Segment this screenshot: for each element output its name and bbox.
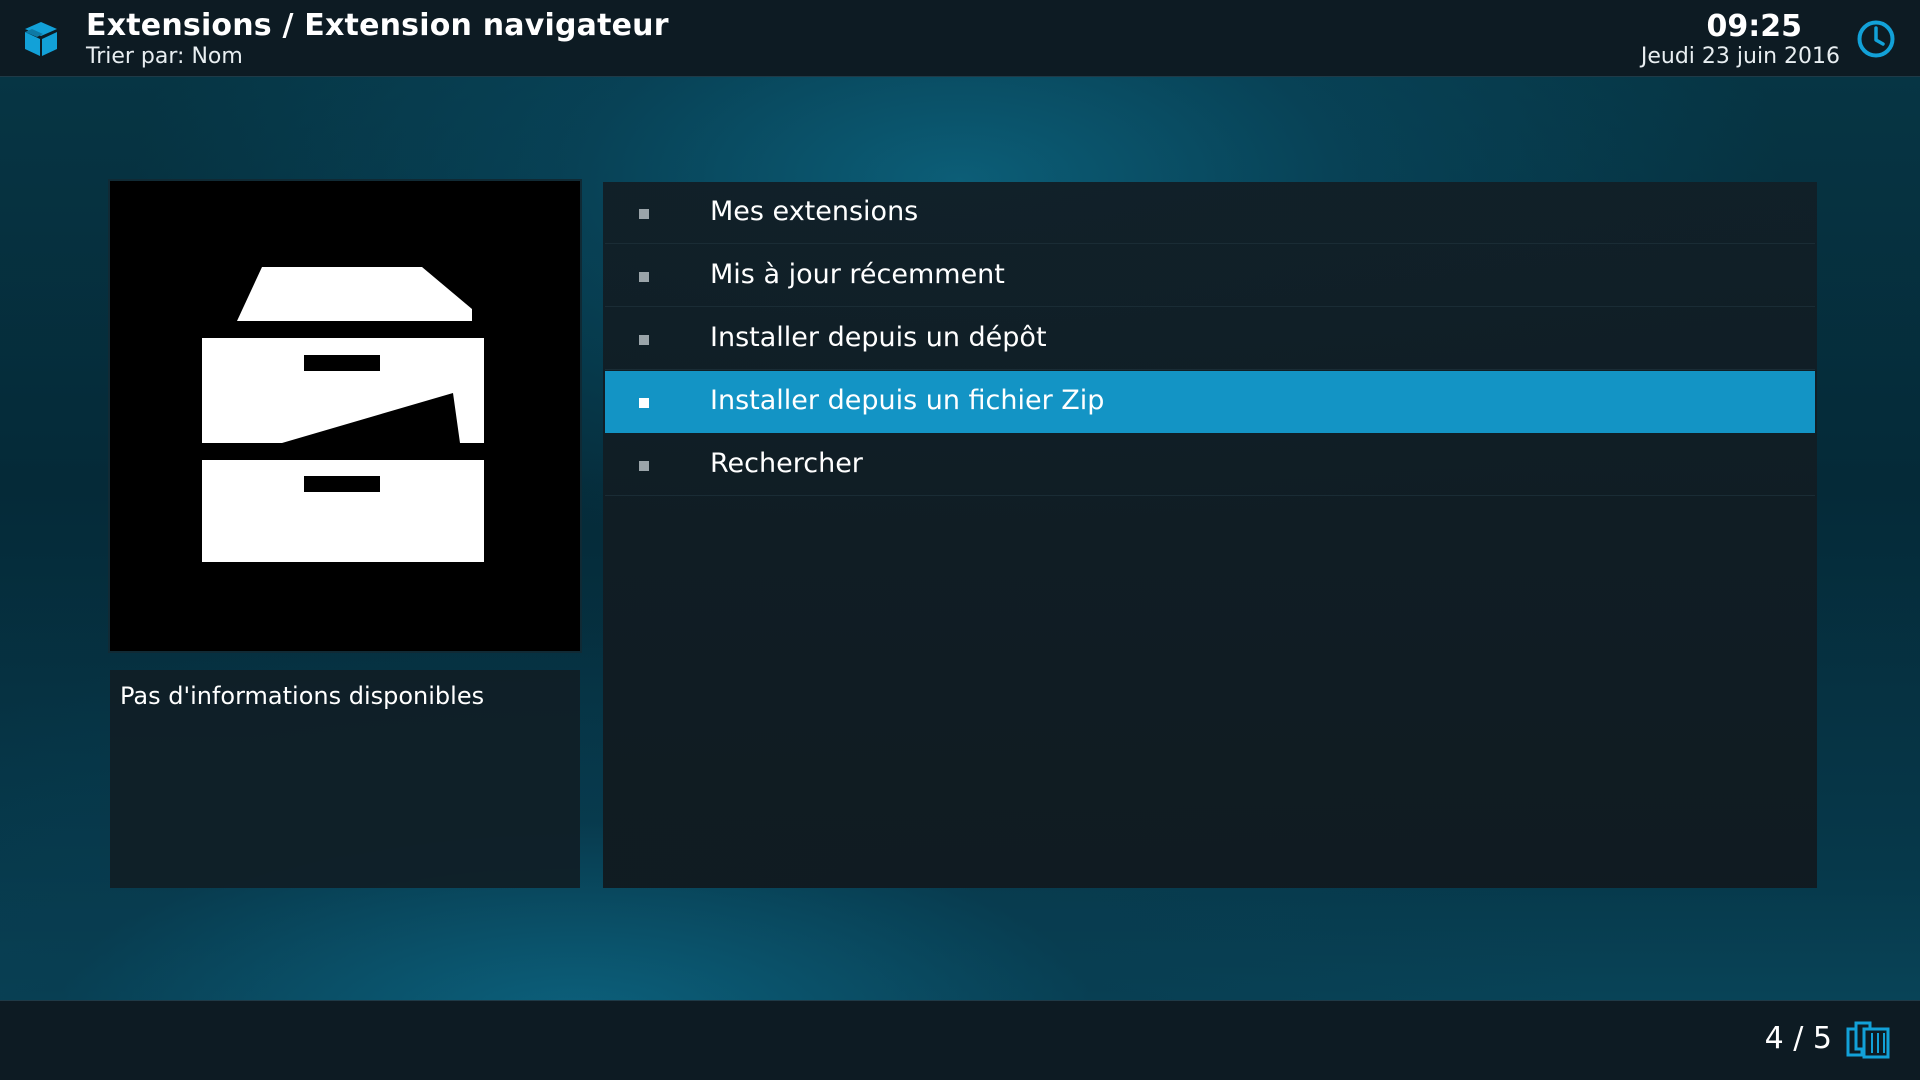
list-item-label: Rechercher (710, 448, 863, 479)
bullet-icon (639, 398, 649, 408)
clock-date: Jeudi 23 juin 2016 (1640, 44, 1840, 69)
artwork-panel (108, 179, 582, 653)
list-item-mis-a-jour[interactable]: Mis à jour récemment (605, 245, 1815, 307)
list-item-label: Installer depuis un dépôt (710, 322, 1047, 353)
list-item-installer-depot[interactable]: Installer depuis un dépôt (605, 308, 1815, 370)
page-count: 4 / 5 (1764, 1021, 1832, 1056)
bullet-icon (639, 272, 649, 282)
filing-cabinet-icon (202, 267, 484, 562)
bullet-icon (639, 461, 649, 471)
list-item-rechercher[interactable]: Rechercher (605, 434, 1815, 496)
list-item-label: Mis à jour récemment (710, 259, 1005, 290)
clock-time: 09:25 (1706, 9, 1803, 44)
menu-list: Mes extensions Mis à jour récemment Inst… (603, 182, 1817, 888)
sort-label: Trier par: Nom (86, 44, 243, 69)
pages-icon (1846, 1021, 1890, 1059)
header-bar: Extensions / Extension navigateur Trier … (0, 0, 1920, 77)
info-panel: Pas d'informations disponibles (110, 670, 580, 888)
bullet-icon (639, 209, 649, 219)
list-item-label: Installer depuis un fichier Zip (710, 385, 1105, 416)
page-title: Extensions / Extension navigateur (86, 8, 669, 43)
bullet-icon (639, 335, 649, 345)
footer-bar: 4 / 5 (0, 1000, 1920, 1080)
open-box-icon[interactable] (21, 19, 61, 59)
list-item-label: Mes extensions (710, 196, 919, 227)
list-item-mes-extensions[interactable]: Mes extensions (605, 182, 1815, 244)
info-text: Pas d'informations disponibles (120, 682, 485, 710)
clock-icon (1856, 19, 1896, 59)
list-item-installer-zip[interactable]: Installer depuis un fichier Zip (605, 371, 1815, 433)
